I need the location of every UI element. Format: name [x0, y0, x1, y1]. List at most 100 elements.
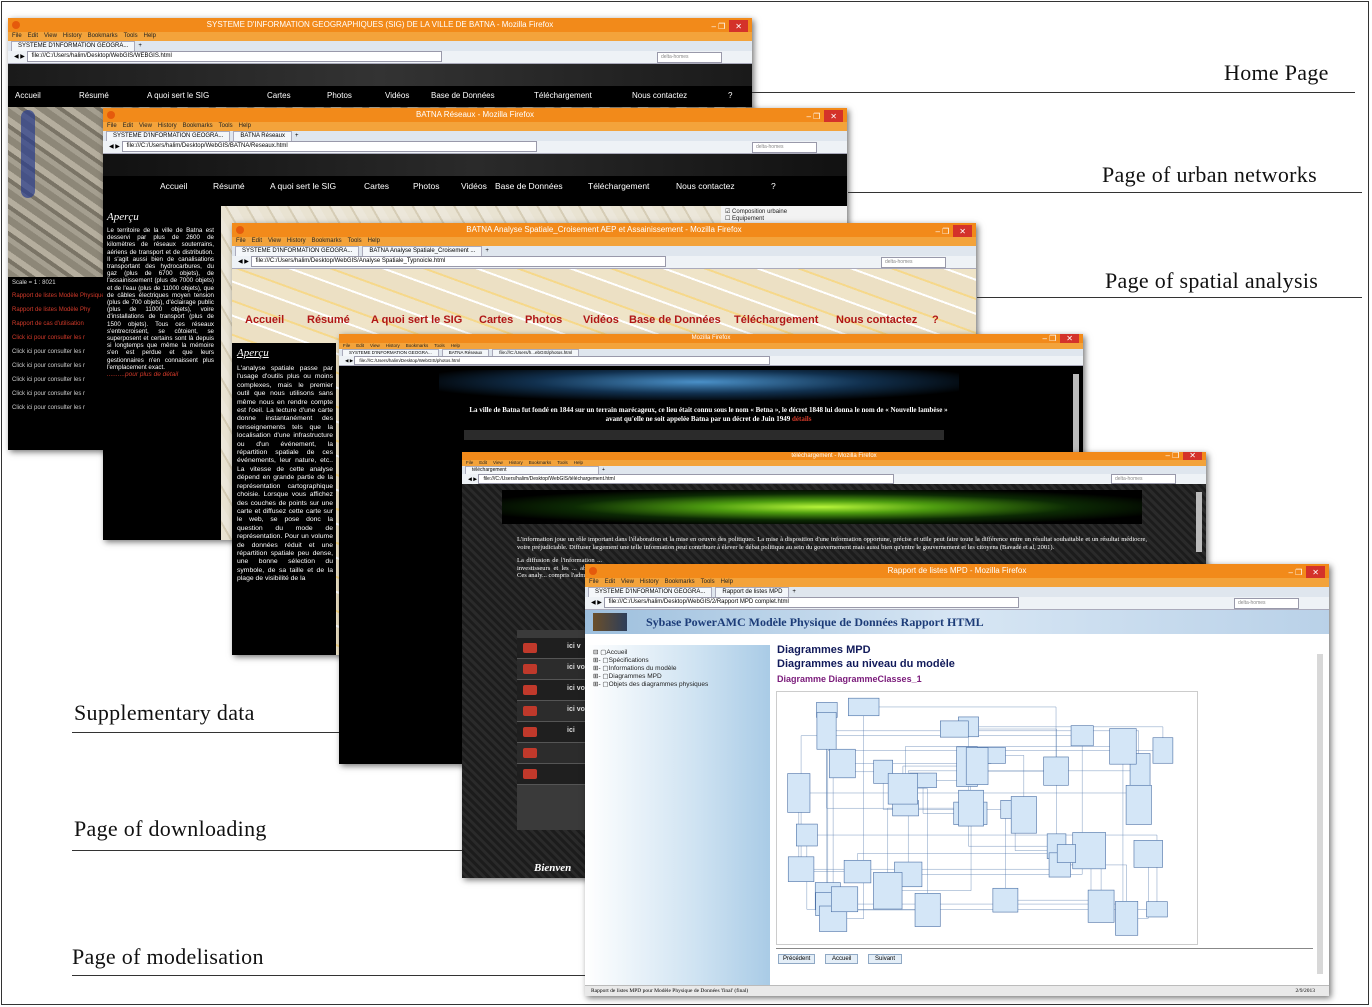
heading-diagram[interactable]: Diagramme DiagrammeClasses_1 — [777, 674, 955, 684]
next-button[interactable]: Suivant — [868, 954, 903, 964]
menu-bookmarks[interactable]: Bookmarks — [312, 238, 342, 244]
nav-cartes[interactable]: Cartes — [267, 86, 327, 106]
nav-accueil[interactable]: Accueil — [245, 309, 307, 331]
url-bar[interactable]: file:///C:/Users/halim/Desktop/WebGIS/ph… — [354, 356, 771, 365]
tab-sig[interactable]: SYSTEME D'INFORMATION GEOGRA... — [235, 246, 360, 256]
new-tab-icon[interactable]: + — [602, 467, 605, 473]
nav-contact[interactable]: Nous contactez — [632, 86, 728, 106]
menu-file[interactable]: File — [236, 238, 246, 244]
home-button[interactable]: Accueil — [825, 954, 859, 964]
menu-edit[interactable]: Edit — [28, 33, 38, 39]
back-icon[interactable]: ◀ ▶ — [14, 54, 27, 60]
download-icon[interactable] — [523, 769, 537, 779]
menu-bookmarks[interactable]: Bookmarks — [529, 460, 552, 465]
nav-sig[interactable]: A quoi sert le SIG — [371, 309, 479, 331]
window-controls[interactable]: – ❐ ✕ — [806, 110, 843, 122]
report-link[interactable]: Rapport de listes Modèle Physique — [12, 289, 108, 303]
tree-item[interactable]: ⊞- ▢Objets des diagrammes physiques — [593, 681, 770, 689]
report-link[interactable]: Click ici pour consulter les r — [12, 373, 108, 387]
report-link[interactable]: Rapport de listes Modèle Phy — [12, 303, 108, 317]
menu-edit[interactable]: Edit — [356, 343, 364, 348]
tree-item[interactable]: ⊞- ▢Informations du modèle — [593, 665, 770, 673]
tree-item[interactable]: ⊞- ▢Spécifications — [593, 657, 770, 665]
menu-file[interactable]: File — [12, 33, 22, 39]
window-controls[interactable]: – ❐ ✕ — [711, 20, 748, 32]
nav-resume[interactable]: Résumé — [79, 86, 147, 106]
menu-edit[interactable]: Edit — [123, 123, 133, 129]
window-controls[interactable]: – ❐ ✕ — [1165, 452, 1202, 460]
menu-history[interactable]: History — [158, 123, 177, 129]
nav-telechargement[interactable]: Téléchargement — [734, 309, 836, 331]
nav-videos[interactable]: Vidéos — [461, 176, 495, 196]
nav-cartes[interactable]: Cartes — [479, 309, 525, 331]
tab-sig[interactable]: SYSTEME D'INFORMATION GEOGRA... — [342, 349, 439, 356]
menu-view[interactable]: View — [493, 460, 503, 465]
menu-edit[interactable]: Edit — [605, 579, 615, 585]
menu-tools[interactable]: Tools — [348, 238, 362, 244]
tab-analyse[interactable]: BATNA Analyse Spatiale_Croisement ... — [362, 246, 483, 256]
menu-tools[interactable]: Tools — [557, 460, 568, 465]
menu-help[interactable]: Help — [144, 33, 156, 39]
nav-help[interactable]: ? — [728, 86, 732, 106]
url-bar[interactable]: file:///C:/Users/halim/Desktop/WebGIS/2/… — [603, 597, 1020, 608]
menu-edit[interactable]: Edit — [252, 238, 262, 244]
search-input[interactable]: delta-homes — [1234, 598, 1299, 609]
menu-help[interactable]: Help — [721, 579, 733, 585]
layer-checkbox[interactable]: ☑ Composition urbaine — [725, 208, 843, 215]
tab-download[interactable]: téléchargement — [465, 466, 599, 474]
menu-tools[interactable]: Tools — [434, 343, 445, 348]
nav-help[interactable]: ? — [932, 309, 939, 331]
report-link[interactable]: Click ici pour consulter les r — [12, 387, 108, 401]
nav-contact[interactable]: Nous contactez — [836, 309, 932, 331]
menu-view[interactable]: View — [139, 123, 152, 129]
url-bar[interactable]: file:///C:/Users/halim/Desktop/WebGIS/An… — [250, 256, 667, 267]
menu-edit[interactable]: Edit — [479, 460, 487, 465]
new-tab-icon[interactable]: + — [295, 133, 299, 139]
tab-reseaux[interactable]: BATNA Réseaux — [233, 131, 292, 141]
url-bar[interactable]: file:///C:/Users/halim/Desktop/WebGIS/WE… — [26, 51, 443, 62]
nav-bdd[interactable]: Base de Données — [629, 309, 734, 331]
nav-bdd[interactable]: Base de Données — [495, 176, 588, 196]
back-icon[interactable]: ◀ ▶ — [109, 144, 122, 150]
layer-checkbox[interactable]: ☐ Equipement — [725, 215, 843, 222]
new-tab-icon[interactable]: + — [485, 248, 489, 254]
nav-sig[interactable]: A quoi sert le SIG — [147, 86, 267, 106]
url-bar[interactable]: file:///C:/Users/halim/Desktop/WebGIS/BA… — [121, 141, 538, 152]
class-diagram[interactable] — [776, 691, 1198, 945]
download-icon[interactable] — [523, 706, 537, 716]
menu-tools[interactable]: Tools — [701, 579, 715, 585]
report-link[interactable]: Click ici pour consulter les r — [12, 401, 108, 415]
new-tab-icon[interactable]: + — [792, 589, 796, 595]
download-scrollbar[interactable] — [1196, 492, 1202, 552]
nav-bdd[interactable]: Base de Données — [431, 86, 534, 106]
window-controls[interactable]: – ❐ ✕ — [935, 225, 972, 237]
window-controls[interactable]: – ❐ ✕ — [1288, 566, 1325, 578]
nav-telechargement[interactable]: Téléchargement — [534, 86, 632, 106]
menu-history[interactable]: History — [287, 238, 306, 244]
search-input[interactable]: delta-homes — [1111, 474, 1176, 484]
tab-home[interactable]: SYSTEME D'INFORMATION GEOGRA... — [11, 41, 136, 51]
menu-history[interactable]: History — [63, 33, 82, 39]
menu-view[interactable]: View — [268, 238, 281, 244]
menu-file[interactable]: File — [589, 579, 599, 585]
tab-reseaux[interactable]: BATNA Réseaux — [441, 349, 490, 356]
nav-sig[interactable]: A quoi sert le SIG — [270, 176, 364, 196]
detail-link[interactable]: détails — [792, 415, 811, 423]
menu-bookmarks[interactable]: Bookmarks — [665, 579, 695, 585]
report-link[interactable]: Click ici pour consulter les r — [12, 331, 108, 345]
tree-item[interactable]: ⊟ ▢Accueil — [593, 649, 770, 657]
menu-help[interactable]: Help — [239, 123, 251, 129]
menu-tools[interactable]: Tools — [124, 33, 138, 39]
menu-bookmarks[interactable]: Bookmarks — [183, 123, 213, 129]
tab-photos[interactable]: file:///C:/Users/h...ebGIS/photos.html — [492, 349, 580, 356]
menu-file[interactable]: File — [343, 343, 350, 348]
menu-help[interactable]: Help — [574, 460, 583, 465]
window-controls[interactable]: – ❐ ✕ — [1042, 334, 1079, 343]
back-icon[interactable]: ◀ ▶ — [238, 259, 251, 265]
menu-tools[interactable]: Tools — [219, 123, 233, 129]
back-icon[interactable]: ◀ ▶ — [591, 600, 604, 606]
menu-history[interactable]: History — [509, 460, 523, 465]
nav-telechargement[interactable]: Téléchargement — [588, 176, 676, 196]
menu-file[interactable]: File — [107, 123, 117, 129]
download-link[interactable]: ici — [567, 727, 575, 734]
